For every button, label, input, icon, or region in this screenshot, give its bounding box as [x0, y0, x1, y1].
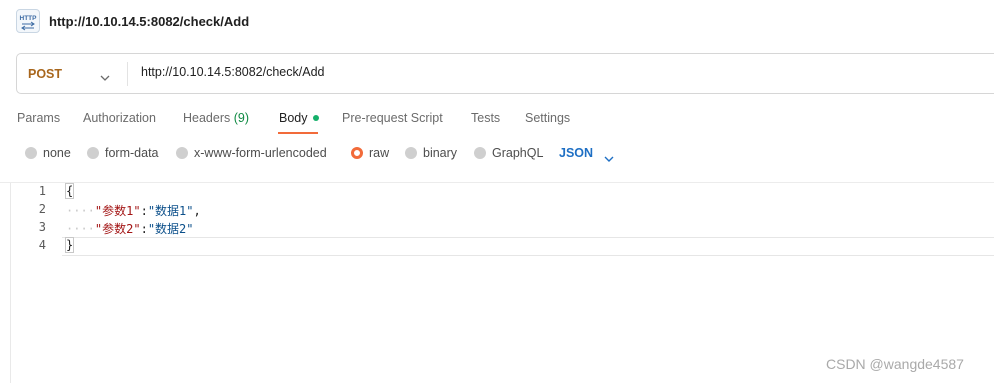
radio-dot	[87, 147, 99, 159]
json-comma: ,	[193, 204, 201, 218]
json-colon: :	[140, 204, 148, 218]
tab-settings[interactable]: Settings	[525, 111, 570, 125]
line-number: 4	[38, 238, 46, 252]
radio-label: x-www-form-urlencoded	[194, 146, 327, 160]
editor-line: 2 ····"参数1":"数据1",	[0, 202, 994, 220]
radio-raw[interactable]: raw	[351, 146, 389, 160]
radio-dot-selected	[351, 147, 363, 159]
method-label: POST	[28, 67, 63, 81]
line-code: ····"参数1":"数据1",	[66, 202, 201, 219]
chevron-down-icon	[100, 69, 110, 87]
radio-dot	[25, 147, 37, 159]
tab-headers-label: Headers	[183, 111, 231, 125]
url-divider	[127, 62, 128, 86]
tab-params[interactable]: Params	[17, 111, 60, 125]
body-mode-options: none form-data x-www-form-urlencoded raw…	[0, 143, 994, 165]
open-brace: {	[64, 183, 75, 199]
headers-count: (9)	[233, 111, 250, 125]
radio-none[interactable]: none	[25, 146, 71, 160]
url-input[interactable]	[141, 65, 981, 79]
editor-line: 4 }	[0, 237, 994, 256]
editor-line: 3 ····"参数2":"数据2"	[0, 220, 994, 238]
json-key: "参数2"	[94, 222, 141, 236]
radio-label: GraphQL	[492, 146, 544, 160]
indent-guide: ····	[66, 222, 95, 236]
close-brace: }	[64, 237, 75, 253]
radio-label: binary	[423, 146, 458, 160]
tab-authorization[interactable]: Authorization	[83, 111, 156, 125]
chevron-down-icon[interactable]	[604, 150, 614, 168]
radio-dot	[176, 147, 188, 159]
tab-body[interactable]: Body	[279, 111, 319, 125]
url-bar: POST	[16, 53, 994, 94]
line-number: 3	[38, 220, 46, 234]
line-code: ····"参数2":"数据2"	[66, 220, 194, 237]
tab-body-label: Body	[279, 111, 308, 125]
radio-label: form-data	[105, 146, 159, 160]
line-code: }	[64, 237, 75, 253]
json-colon: :	[140, 222, 148, 236]
tab-pre-request-script[interactable]: Pre-request Script	[342, 111, 443, 125]
tab-headers[interactable]: Headers (9)	[183, 111, 249, 125]
indent-guide: ····	[66, 204, 95, 218]
radio-dot	[405, 147, 417, 159]
request-tabs: Params Authorization Headers (9) Body Pr…	[0, 104, 994, 134]
line-number: 2	[38, 202, 46, 216]
radio-graphql[interactable]: GraphQL	[474, 146, 543, 160]
json-value: "数据1"	[147, 204, 194, 218]
radio-form-data[interactable]: form-data	[87, 146, 159, 160]
active-tab-underline	[278, 132, 318, 134]
editor-line: 1 {	[0, 183, 994, 202]
line-code: {	[64, 183, 75, 199]
radio-x-www-form-urlencoded[interactable]: x-www-form-urlencoded	[176, 146, 327, 160]
watermark: CSDN @wangde4587	[826, 356, 964, 372]
radio-label: none	[43, 146, 71, 160]
radio-binary[interactable]: binary	[405, 146, 457, 160]
request-title-bar: HTTP http://10.10.14.5:8082/check/Add	[0, 0, 994, 44]
http-icon: HTTP	[16, 9, 40, 33]
body-indicator-dot	[312, 115, 319, 121]
line-number: 1	[38, 184, 46, 198]
json-value: "数据2"	[147, 222, 194, 236]
radio-label: raw	[369, 146, 390, 160]
svg-text:HTTP: HTTP	[20, 15, 38, 22]
language-select[interactable]: JSON	[559, 146, 593, 160]
request-title[interactable]: http://10.10.14.5:8082/check/Add	[49, 14, 249, 29]
radio-dot	[474, 147, 486, 159]
json-key: "参数1"	[94, 204, 141, 218]
code-editor[interactable]: 1 { 2 ····"参数1":"数据1", 3 ····"参数2":"数据2"…	[0, 183, 994, 383]
method-select[interactable]: POST	[17, 54, 127, 93]
tab-tests[interactable]: Tests	[471, 111, 500, 125]
